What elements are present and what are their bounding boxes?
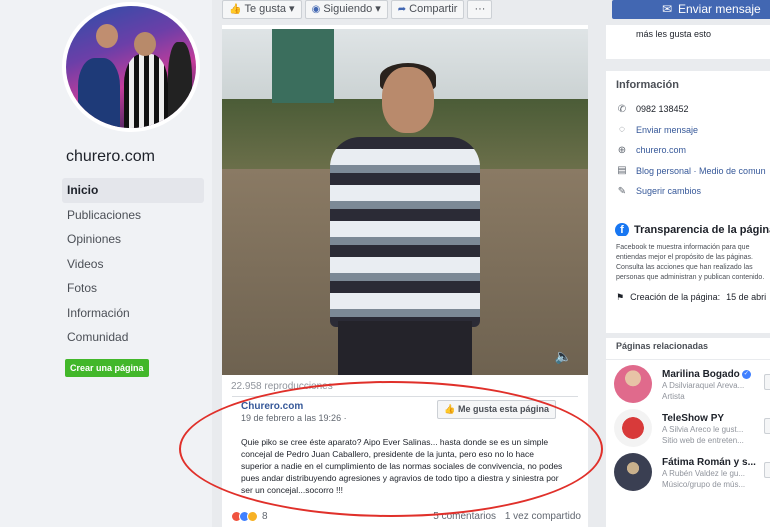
phone-icon: ✆ [617, 103, 627, 115]
nav-item-comunidad[interactable]: Comunidad [62, 325, 204, 350]
volume-icon[interactable]: 🔈 [555, 348, 572, 365]
related-page-item[interactable]: TeleShow PY A Silvia Areco le gust... Si… [606, 404, 770, 448]
creation-value: 15 de abri [726, 292, 767, 302]
nav-item-opiniones[interactable]: Opiniones [62, 227, 204, 252]
category-icon: ▤ [617, 165, 627, 177]
related-page-friend: A Dsilviaraquel Areva... [662, 381, 745, 390]
video-person-head [382, 67, 434, 133]
creation-label: Creación de la página: [630, 292, 721, 302]
send-message-label: Enviar mensaje [678, 2, 761, 16]
related-page-item[interactable]: Fátima Román y s... A Rubén Valdez le gu… [606, 448, 770, 492]
transparency-card: f Transparencia de la página Facebook te… [606, 215, 770, 333]
caret-down-icon: ▾ [289, 3, 295, 15]
related-page-name[interactable]: Marilina Bogado ✓ [662, 369, 770, 380]
page-actions-bar: 👍 Te gusta ▾ ◉ Siguiendo ▾ ➦ Compartir ·… [222, 0, 493, 19]
likes-summary: más les gusta esto [606, 25, 770, 59]
page-name[interactable]: churero.com [66, 148, 155, 166]
video-person-pants [338, 321, 472, 375]
red-annotation-circle [179, 381, 603, 517]
share-arrow-icon: ➦ [397, 4, 407, 15]
person-right [168, 42, 192, 128]
send-message-link[interactable]: Enviar mensaje [636, 125, 698, 135]
related-page-name[interactable]: Fátima Román y s... [662, 457, 770, 468]
profile-photo [66, 6, 196, 128]
transparency-heading: f Transparencia de la página [606, 215, 770, 236]
nav-item-videos[interactable]: Videos [62, 252, 204, 277]
reactions-summary[interactable]: 8 [231, 511, 268, 522]
page-creation-row: ⚑ Creación de la página: 15 de abri [606, 283, 770, 303]
share-count[interactable]: 1 vez compartido [505, 511, 581, 522]
follow-button[interactable]: ◉ Siguiendo ▾ [304, 0, 388, 19]
transparency-title: Transparencia de la página [634, 224, 770, 236]
nav-item-informacion[interactable]: Información [62, 301, 204, 326]
person-center-head [134, 32, 156, 56]
globe-icon: ⊕ [617, 144, 627, 156]
video-person-shirt [330, 137, 480, 327]
info-website[interactable]: ⊕ churero.com [606, 140, 770, 161]
related-like-button[interactable] [764, 462, 770, 478]
caret-down-icon: ▾ [375, 3, 381, 15]
person-left-head [96, 24, 118, 48]
transparency-description: Facebook te muestra información para que… [616, 244, 765, 281]
person-center [124, 54, 168, 128]
messenger-icon: ◌ [619, 124, 625, 136]
related-page-friend: A Rubén Valdez le gu... [662, 469, 746, 478]
related-page-category: Músico/grupo de mús... [662, 480, 746, 489]
info-card: Información ✆ 0982 138452 ◌ Enviar mensa… [606, 71, 770, 224]
info-phone: ✆ 0982 138452 [606, 99, 770, 120]
video-player[interactable]: 🔈 [222, 29, 588, 375]
suggest-edits-link[interactable]: Sugerir cambios [636, 186, 701, 196]
related-page-friend: A Silvia Areco le gust... [662, 425, 744, 434]
right-column: más les gusta esto Información ✆ 0982 13… [606, 25, 770, 527]
flag-icon: ⚑ [616, 292, 625, 302]
pencil-icon: ✎ [617, 185, 627, 197]
related-page-category: Artista [662, 392, 685, 401]
related-page-item[interactable]: Marilina Bogado ✓ A Dsilviaraquel Areva.… [606, 360, 770, 404]
info-category[interactable]: ▤ Blog personal · Medio de comun [606, 161, 770, 182]
like-button[interactable]: 👍 Te gusta ▾ [222, 0, 302, 19]
reaction-count: 8 [262, 511, 268, 522]
send-message-button[interactable]: ✉ Enviar mensaje [612, 0, 770, 19]
thumbs-up-icon: 👍 [229, 4, 242, 15]
category-link[interactable]: Blog personal · Medio de comun [636, 166, 766, 176]
website-link[interactable]: churero.com [636, 145, 686, 155]
related-page-name[interactable]: TeleShow PY [662, 413, 770, 424]
rss-icon: ◉ [311, 4, 321, 15]
haha-reaction-icon [247, 511, 258, 522]
facebook-icon: f [615, 223, 629, 236]
related-page-category: Sitio web de entreten... [662, 436, 744, 445]
related-pages-title: Páginas relacionadas [606, 338, 770, 360]
messenger-icon: ✉ [662, 2, 673, 16]
info-title: Información [616, 79, 679, 91]
related-page-name-text: Marilina Bogado [662, 369, 740, 380]
page-nav: Inicio Publicaciones Opiniones Videos Fo… [62, 178, 204, 350]
share-button-label: Compartir [409, 3, 458, 15]
info-message[interactable]: ◌ Enviar mensaje [606, 120, 770, 141]
related-pages-card: Páginas relacionadas Marilina Bogado ✓ A… [606, 338, 770, 527]
related-page-avatar[interactable] [614, 409, 652, 447]
verified-badge-icon: ✓ [741, 370, 751, 379]
profile-picture[interactable] [62, 2, 200, 132]
related-page-avatar[interactable] [614, 453, 652, 491]
follow-button-label: Siguiendo [323, 3, 373, 15]
nav-item-publicaciones[interactable]: Publicaciones [62, 203, 204, 228]
likes-summary-text: más les gusta esto [636, 29, 712, 39]
more-button[interactable]: ··· [467, 0, 493, 19]
share-button[interactable]: ➦ Compartir [390, 0, 465, 19]
nav-item-inicio[interactable]: Inicio [62, 178, 204, 203]
nav-item-fotos[interactable]: Fotos [62, 276, 204, 301]
related-like-button[interactable] [764, 418, 770, 434]
like-button-label: Te gusta [244, 3, 287, 15]
create-page-button[interactable]: Crear una página [65, 359, 149, 377]
person-left [78, 58, 120, 128]
phone-number: 0982 138452 [636, 104, 689, 115]
related-page-avatar[interactable] [614, 365, 652, 403]
related-like-button[interactable] [764, 374, 770, 390]
info-suggest[interactable]: ✎ Sugerir cambios [606, 181, 770, 202]
video-sign [272, 29, 334, 103]
